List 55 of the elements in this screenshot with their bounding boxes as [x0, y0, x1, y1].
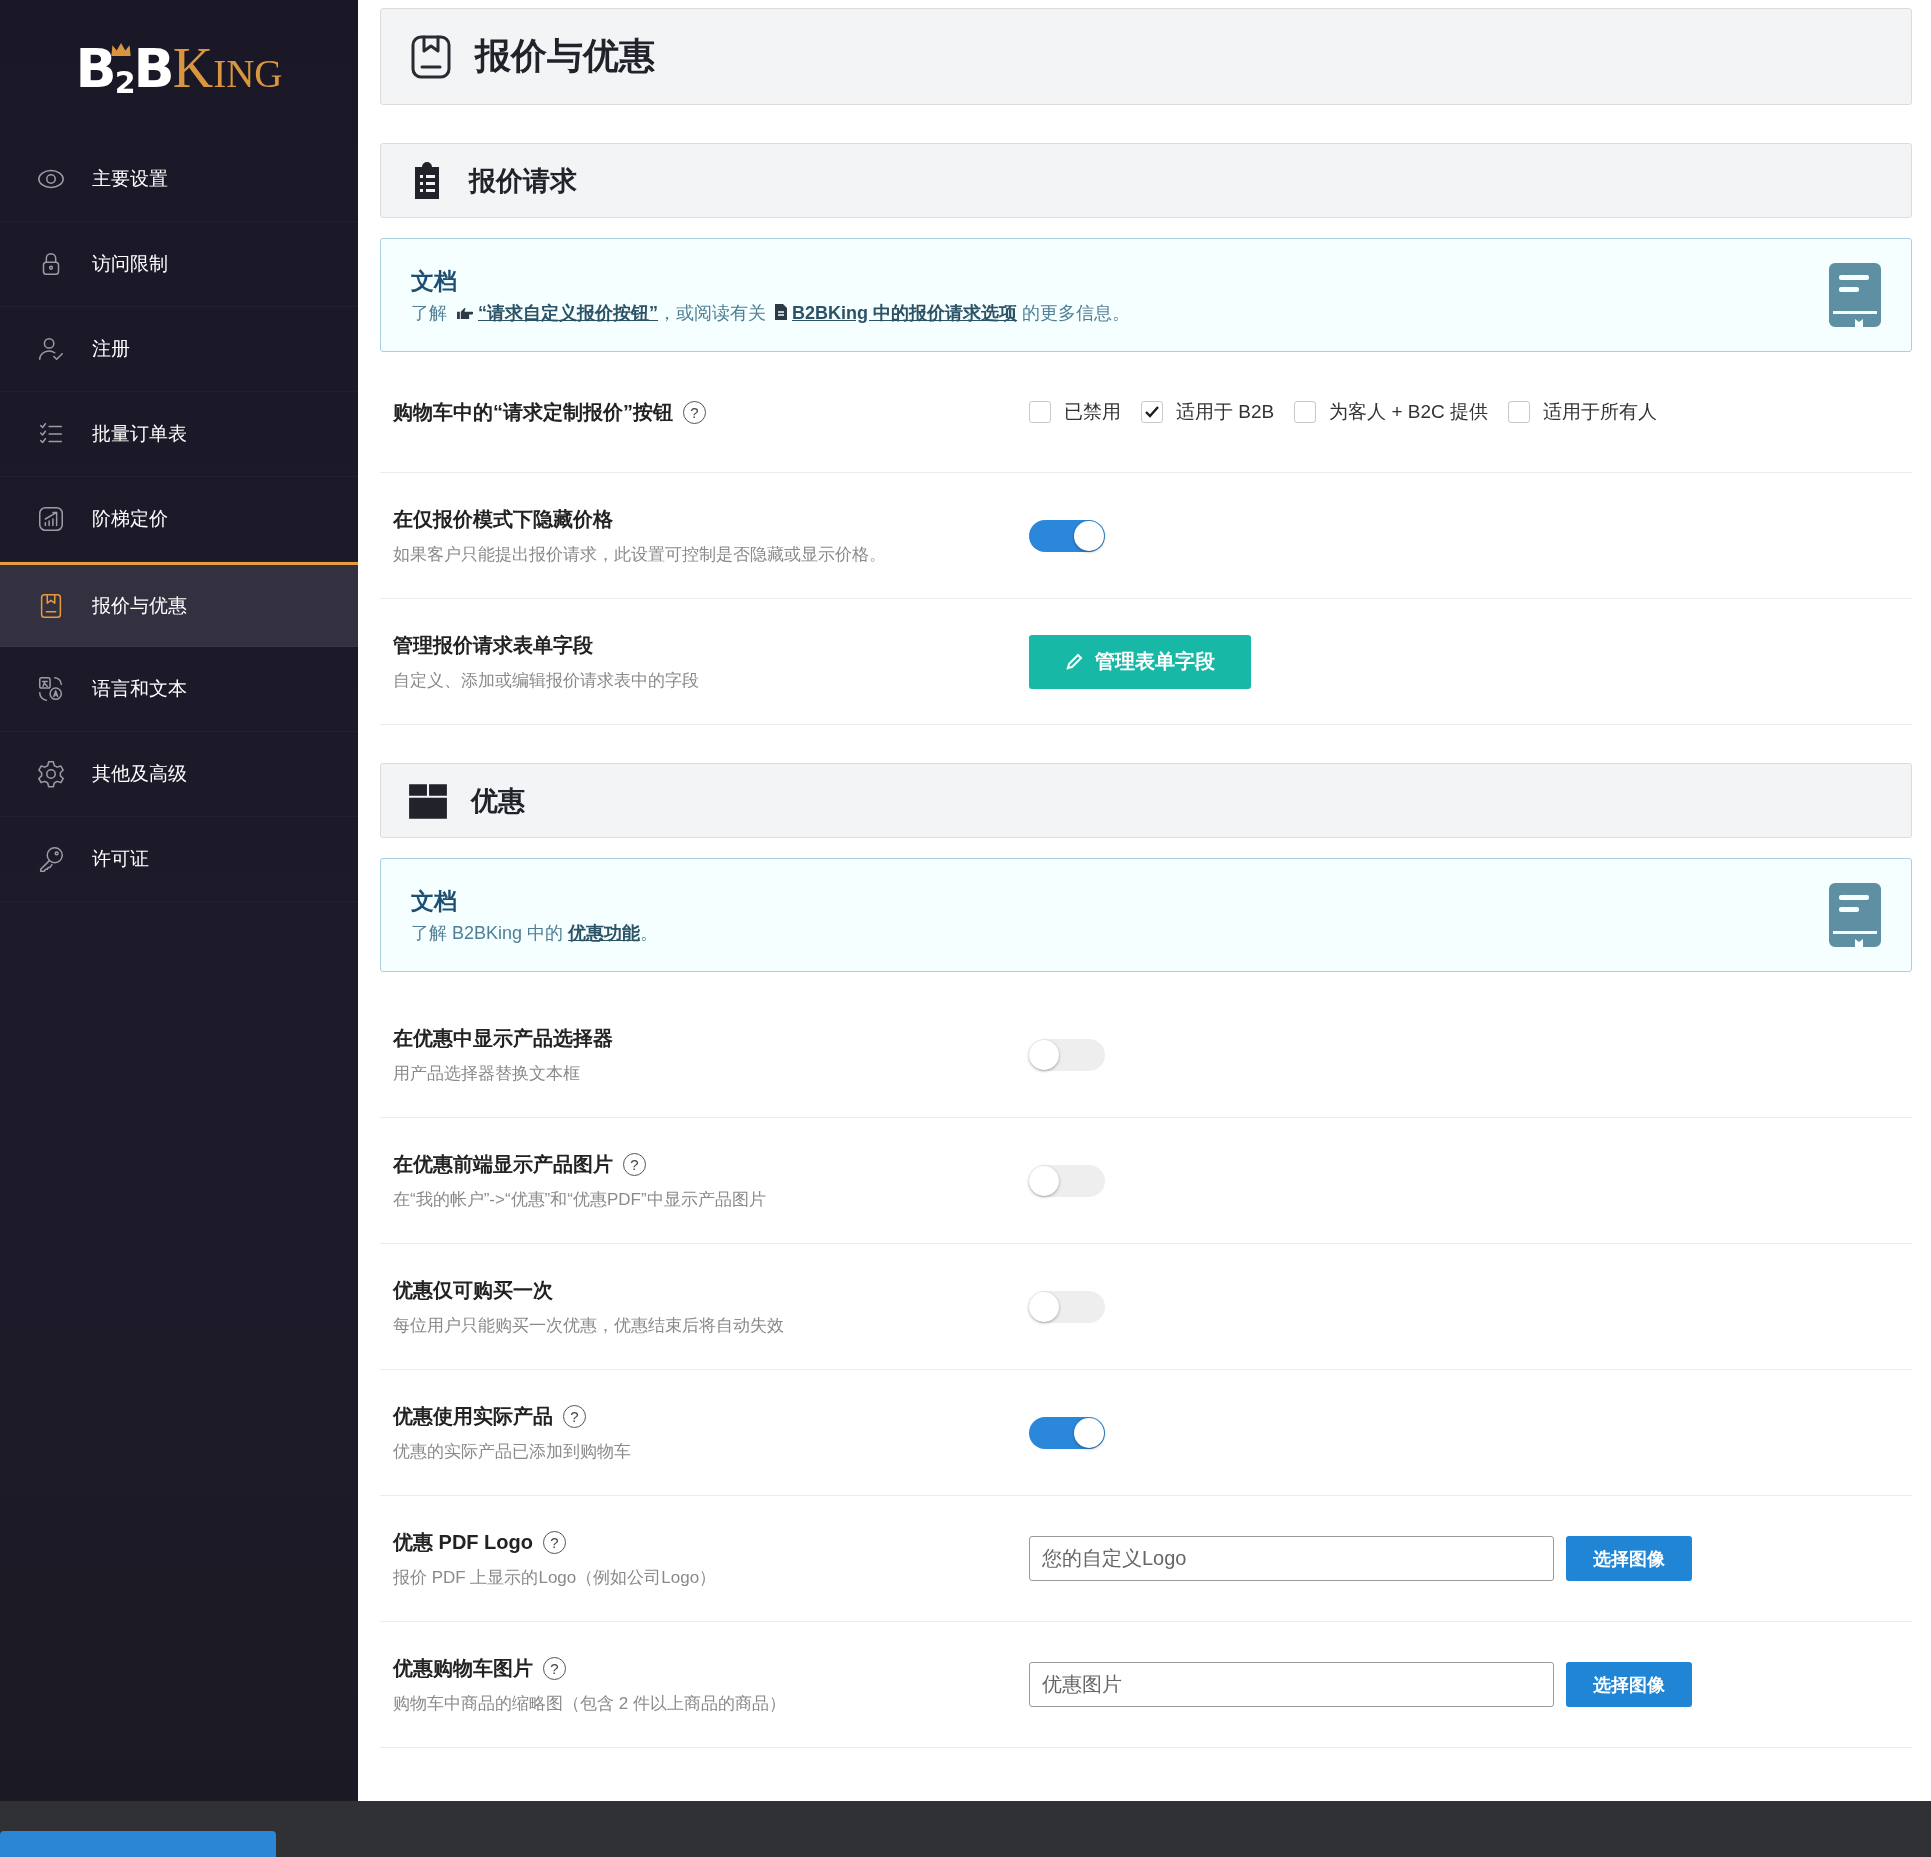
help-icon[interactable]: ?	[543, 1530, 566, 1554]
toggle-switch[interactable]	[1029, 1164, 1105, 1197]
gear-icon	[36, 759, 66, 789]
checkbox[interactable]	[1029, 401, 1051, 423]
setting-description: 自定义、添加或编辑报价请求表中的字段	[393, 669, 700, 692]
checkbox-label: 适用于 B2B	[1176, 400, 1275, 424]
setting-description: 在“我的帐户”->“优惠”和“优惠PDF”中显示产品图片	[393, 1188, 767, 1211]
toggle-switch[interactable]	[1029, 519, 1105, 552]
page-title: 报价与优惠	[475, 34, 655, 78]
pointing-hand-icon	[456, 306, 473, 320]
setting-description: 用产品选择器替换文本框	[393, 1062, 581, 1085]
document-icon	[775, 303, 788, 320]
book-icon	[1829, 263, 1881, 327]
doc-link[interactable]: “请求自定义报价按钮”	[478, 302, 659, 323]
select-image-button[interactable]: 选择图像	[1566, 1662, 1692, 1707]
input-field[interactable]: 您的自定义Logo	[1029, 1536, 1554, 1581]
setting-title: 管理报价请求表单字段	[393, 632, 593, 658]
section-title: 优惠	[471, 784, 525, 818]
setting-title: 优惠购物车图片	[393, 1655, 533, 1681]
select-image-button[interactable]: 选择图像	[1566, 1536, 1692, 1581]
checkbox-label: 为客人 + B2C 提供	[1329, 400, 1489, 424]
section-title: 报价请求	[469, 164, 577, 198]
pencil-icon	[1065, 652, 1083, 671]
setting-title: 优惠使用实际产品	[393, 1403, 553, 1429]
doc-link[interactable]: B2BKing 中的报价请求选项	[792, 302, 1018, 323]
toggle-switch[interactable]	[1029, 1416, 1105, 1449]
checkmark-icon	[1144, 404, 1160, 420]
checkbox-label: 已禁用	[1064, 400, 1121, 424]
setting-description: 购物车中商品的缩略图（包含 2 件以上商品的商品）	[393, 1692, 787, 1715]
doc-heading: 文档	[411, 266, 458, 296]
setting-description: 每位用户只能购买一次优惠，优惠结束后将自动失效	[393, 1314, 785, 1337]
doc-link[interactable]: 优惠功能	[568, 922, 641, 943]
sidebar-item[interactable]: 报价与优惠	[0, 562, 358, 647]
setting-title: 优惠仅可购买一次	[393, 1277, 553, 1303]
toggle-switch[interactable]	[1029, 1290, 1105, 1323]
checkbox[interactable]	[1508, 401, 1531, 423]
checkbox-label: 适用于所有人	[1543, 400, 1658, 424]
setting-description: 报价 PDF 上显示的Logo（例如公司Logo）	[393, 1566, 718, 1589]
setting-description: 如果客户只能提出报价请求，此设置可控制是否隐藏或显示价格。	[393, 543, 887, 566]
doc-heading: 文档	[411, 886, 458, 916]
setting-title: 购物车中的“请求定制报价”按钮	[393, 399, 673, 425]
setting-title: 在优惠前端显示产品图片	[393, 1151, 613, 1177]
setting-title: 在仅报价模式下隐藏价格	[393, 506, 613, 532]
checkbox[interactable]	[1141, 401, 1163, 423]
chart-icon	[36, 504, 66, 534]
doc-text: 了解 “请求自定义报价按钮”，或阅读有关 B2BKing 中的报价请求选项 的更多信息。	[411, 301, 1131, 325]
input-field[interactable]: 优惠图片	[1029, 1662, 1554, 1707]
setting-title: 优惠 PDF Logo	[393, 1529, 533, 1555]
logo: B$_{2}$BKing	[75, 39, 283, 98]
checkbox[interactable]	[1294, 401, 1317, 423]
doc-text: 了解 B2BKing 中的 优惠功能。	[411, 921, 659, 945]
setting-description: 优惠的实际产品已添加到购物车	[393, 1440, 632, 1463]
setting-title: 在优惠中显示产品选择器	[393, 1025, 613, 1051]
toggle-switch[interactable]	[1029, 1038, 1105, 1071]
book-icon	[1829, 883, 1881, 947]
